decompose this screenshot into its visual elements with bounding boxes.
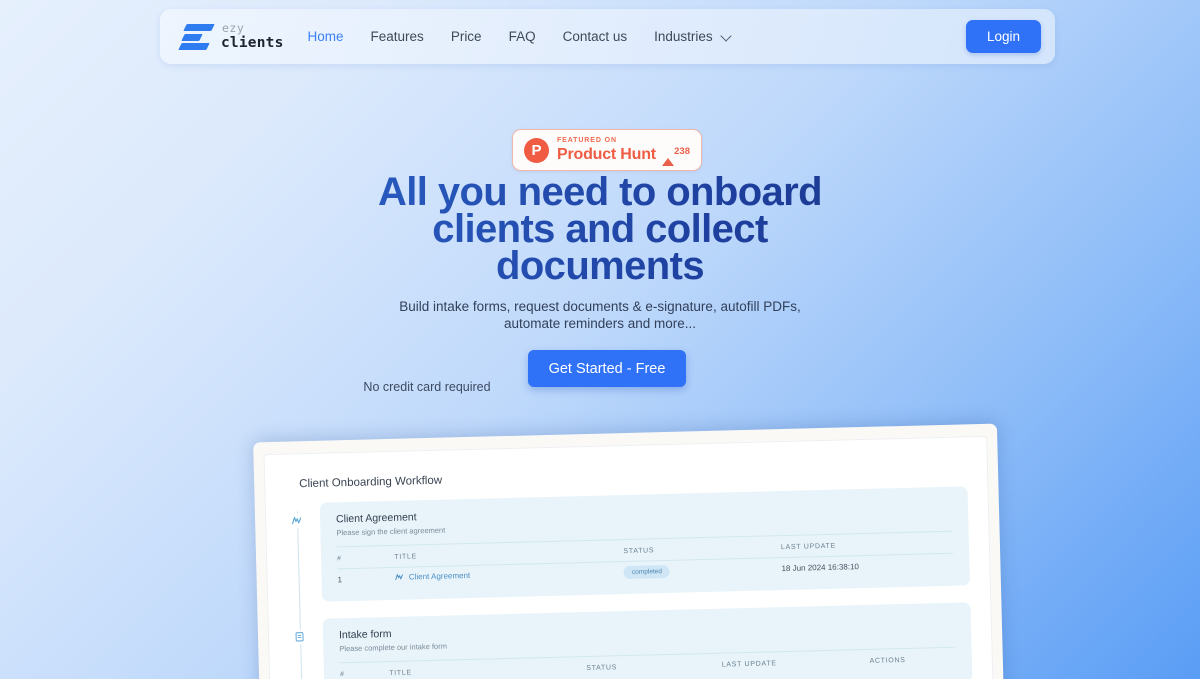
product-hunt-icon (524, 137, 549, 163)
signature-icon (395, 574, 404, 581)
nav-item-industries[interactable]: Industries (654, 29, 731, 44)
document-link-label: Client Agreement (408, 570, 471, 582)
nav-links: Home Features Price FAQ Contact us Indus… (308, 29, 731, 44)
navbar: ezy clients Home Features Price FAQ Cont… (160, 9, 1055, 64)
headline-line-3: documents (496, 244, 704, 288)
no-credit-card-note: No credit card required (363, 380, 491, 394)
cell-last-update: 18 Jun 2024 16:38:10 (781, 562, 860, 574)
column-header-title: TITLE (389, 669, 412, 678)
workflow-step: Client Agreement Please sign the client … (288, 486, 970, 602)
nav-item-faq[interactable]: FAQ (509, 29, 536, 44)
headline-line-2: clients and collect (432, 207, 768, 251)
dashboard-mockup: Client Onboarding Workflow Client Agreem… (253, 423, 1005, 679)
form-icon (291, 629, 308, 645)
column-header-status: STATUS (586, 664, 618, 673)
product-hunt-badge[interactable]: FEATURED ON Product Hunt 238 (512, 129, 702, 171)
column-header-actions: ACTIONS (869, 656, 906, 665)
mockup-frame: Client Onboarding Workflow Client Agreem… (253, 423, 1005, 679)
nav-item-home[interactable]: Home (308, 29, 344, 44)
column-header-index: # (337, 555, 342, 563)
landing-page: ezy clients Home Features Price FAQ Cont… (0, 0, 1200, 679)
get-started-button[interactable]: Get Started - Free (528, 350, 686, 387)
logo[interactable]: ezy clients (178, 21, 284, 52)
nav-item-price[interactable]: Price (451, 29, 482, 44)
workflow-title: Client Onboarding Workflow (299, 474, 443, 491)
headline-line-1: All you need to onboard (378, 170, 822, 214)
chevron-down-icon (722, 32, 731, 41)
intake-form-table: # TITLE STATUS LAST UPDATE ACTIONS (340, 654, 956, 679)
workflow-timeline: Client Agreement Please sign the client … (286, 486, 973, 679)
column-header-last-update: LAST UPDATE (721, 660, 777, 669)
nav-item-features[interactable]: Features (371, 29, 424, 44)
logo-text: ezy clients (221, 21, 284, 51)
status-badge: completed (623, 564, 671, 580)
column-header-index: # (339, 671, 345, 679)
upvote-triangle-icon (662, 141, 675, 166)
workflow-card: Client Agreement Please sign the client … (319, 486, 970, 602)
logo-text-bottom: clients (221, 34, 284, 51)
product-hunt-texts: FEATURED ON Product Hunt (557, 137, 658, 163)
document-link[interactable]: Client Agreement (395, 570, 471, 582)
workflow-step: Intake form Please complete our intake f… (291, 602, 973, 679)
hero-subtitle: Build intake forms, request documents & … (399, 299, 801, 331)
signature-icon (288, 513, 305, 529)
table-header-row: # TITLE STATUS LAST UPDATE ACTIONS (340, 654, 956, 679)
product-hunt-featured-label: FEATURED ON (557, 137, 617, 144)
documents-table: # TITLE STATUS LAST UPDATE 1 Client Agre… (337, 538, 954, 589)
logo-bars-icon (178, 22, 215, 52)
product-hunt-votes: 238 (662, 141, 690, 166)
product-hunt-vote-count: 238 (674, 146, 690, 157)
mockup-screen: Client Onboarding Workflow Client Agreem… (263, 435, 995, 679)
workflow-card: Intake form Please complete our intake f… (322, 602, 973, 679)
logo-text-top: ezy (222, 21, 245, 35)
cell-index: 1 (337, 575, 343, 585)
nav-item-contact-us[interactable]: Contact us (563, 29, 628, 44)
product-hunt-name: Product Hunt (557, 146, 656, 163)
login-button[interactable]: Login (965, 20, 1041, 53)
page-title: All you need to onboard clients and coll… (0, 174, 1200, 285)
nav-item-industries-label: Industries (654, 29, 713, 44)
cell-status: completed (623, 558, 782, 581)
